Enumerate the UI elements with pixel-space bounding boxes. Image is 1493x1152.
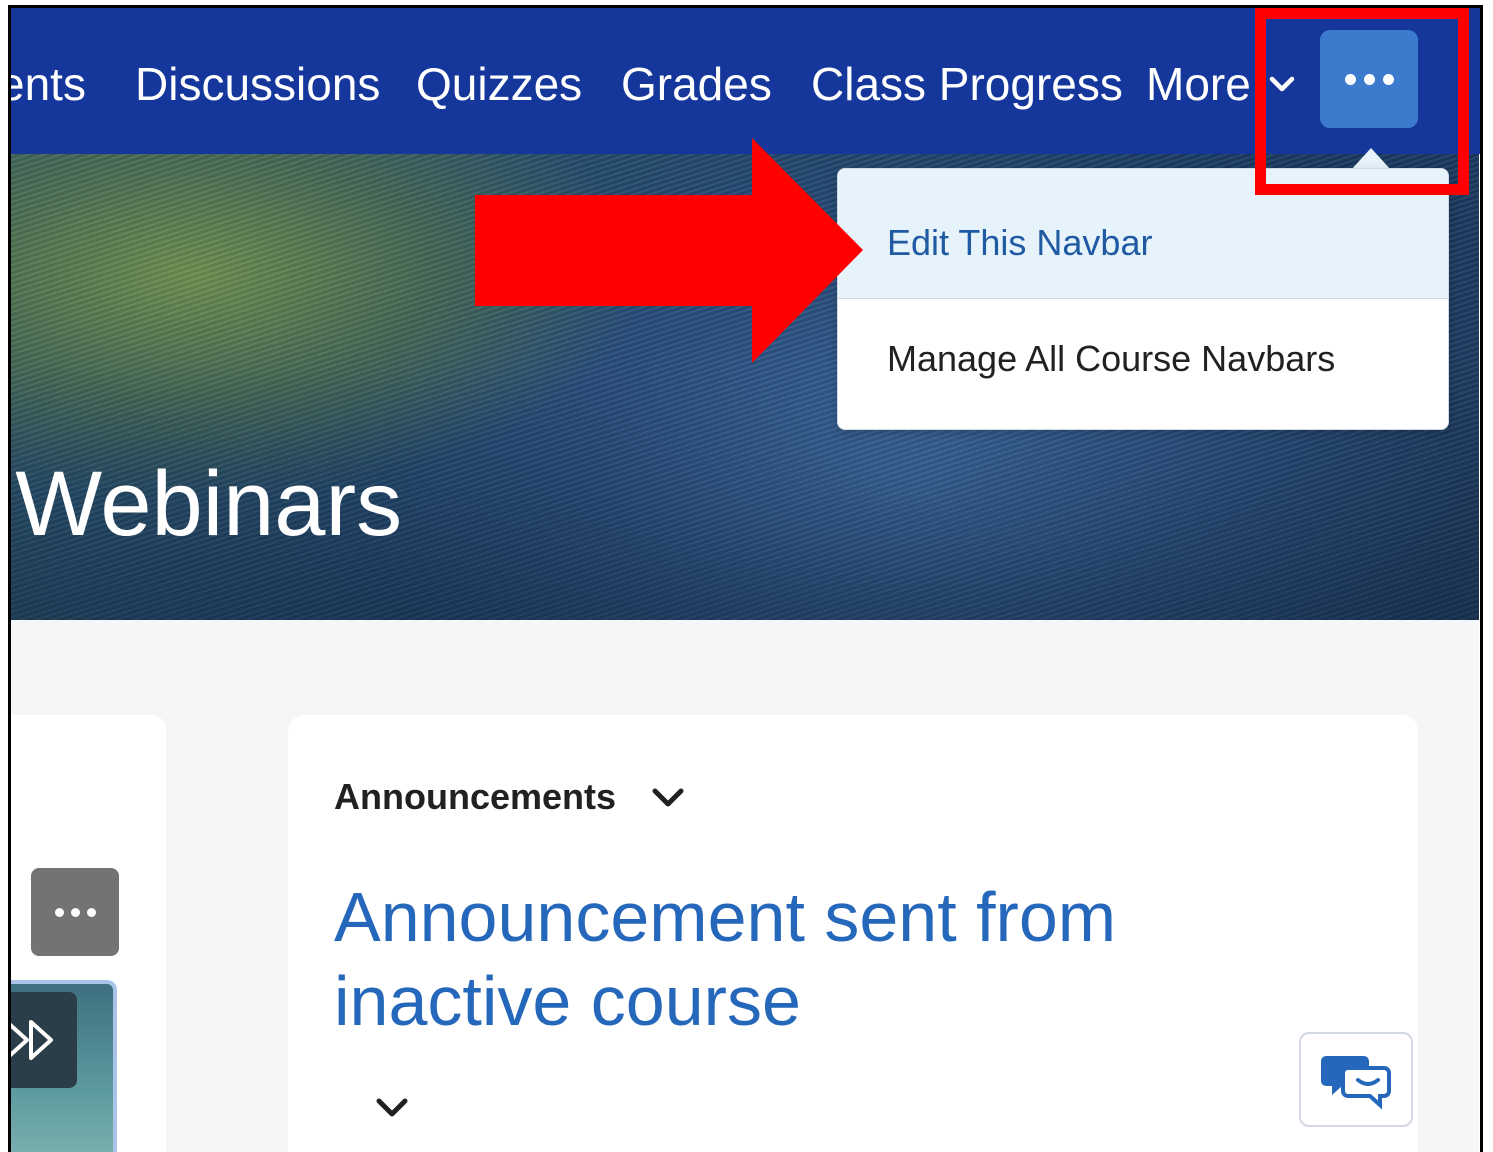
announcements-widget: Announcements Announcement sent from ina… — [288, 715, 1418, 1152]
chat-bubbles-icon — [1321, 1055, 1391, 1109]
feedback-button[interactable] — [1299, 1032, 1413, 1127]
chevron-down-icon[interactable] — [651, 787, 685, 809]
course-title: r Webinars — [11, 453, 403, 555]
nav-item-discussions[interactable]: Discussions — [135, 56, 380, 112]
menu-item-manage-all-course-navbars[interactable]: Manage All Course Navbars — [838, 300, 1448, 430]
nav-item-contents[interactable]: ents — [11, 56, 86, 112]
navbar-options-dropdown: Edit This Navbar Manage All Course Navba… — [837, 168, 1449, 430]
nav-item-grades[interactable]: Grades — [621, 56, 772, 112]
chevron-down-icon[interactable] — [375, 1097, 409, 1119]
announcements-header: Announcements — [334, 776, 617, 817]
widget-options-button[interactable] — [31, 868, 119, 956]
fast-forward-icon[interactable] — [11, 992, 77, 1088]
video-thumbnail[interactable] — [11, 980, 117, 1152]
red-highlight-box — [1255, 8, 1469, 195]
red-arrow-annotation — [475, 138, 863, 363]
screenshot-frame: ents Discussions Quizzes Grades Class Pr… — [8, 5, 1483, 1152]
course-homepage-content: Announcements Announcement sent from ina… — [11, 620, 1479, 1152]
ellipsis-icon — [54, 907, 64, 917]
nav-item-quizzes[interactable]: Quizzes — [416, 56, 582, 112]
nav-item-class-progress[interactable]: Class Progress — [811, 56, 1123, 112]
announcement-title-link[interactable]: Announcement sent from inactive course — [334, 875, 1234, 1043]
nav-item-more[interactable]: More — [1146, 56, 1251, 112]
